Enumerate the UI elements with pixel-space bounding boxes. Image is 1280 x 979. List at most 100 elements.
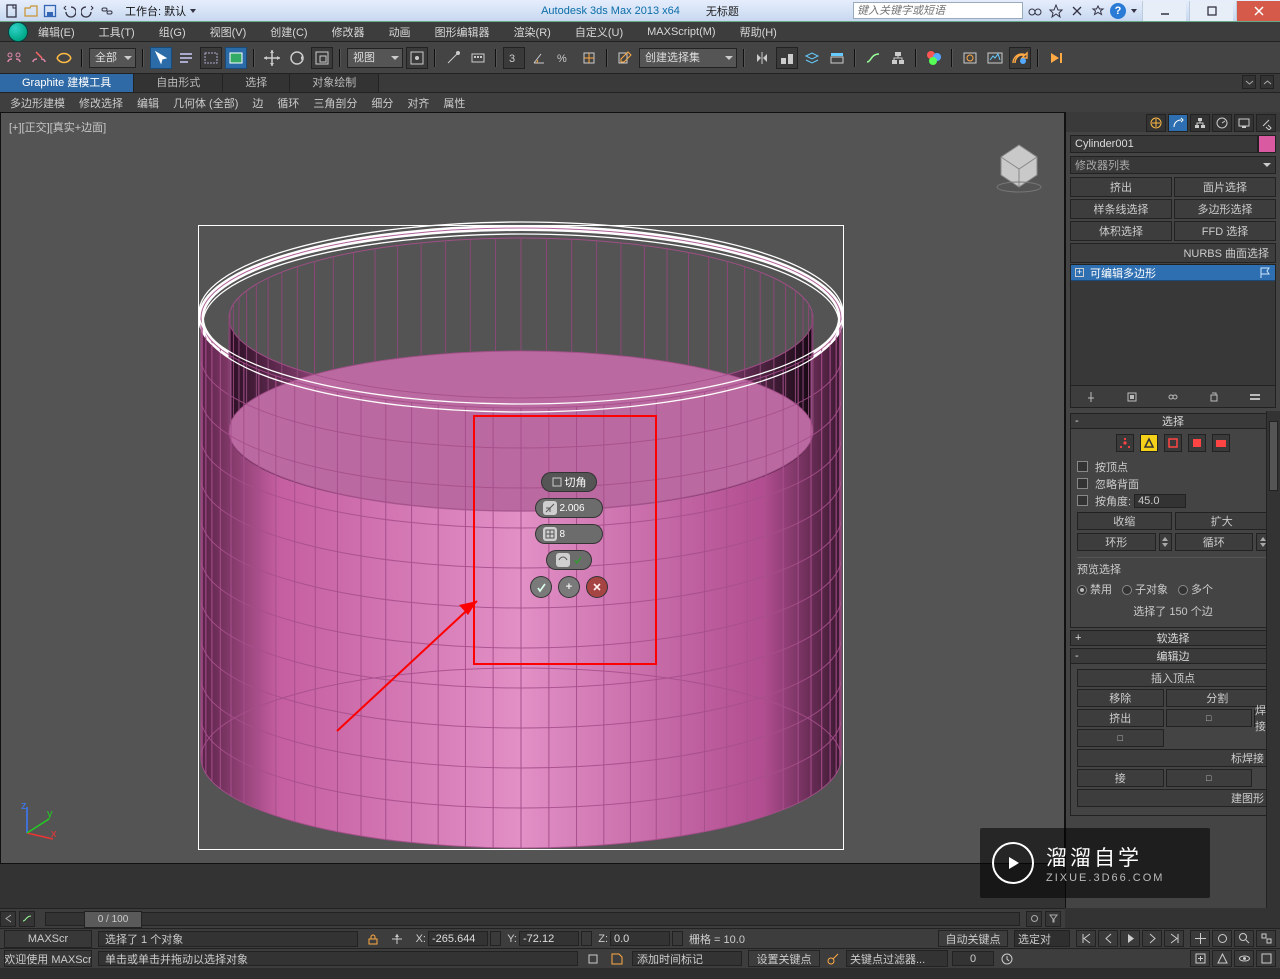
next-frame-icon[interactable]	[1142, 930, 1162, 947]
render-last-icon[interactable]	[1045, 47, 1067, 69]
key-filter-button[interactable]: 关键点过滤器...	[846, 950, 948, 967]
preview-multi-radio[interactable]	[1178, 585, 1188, 595]
vp-maximize-icon[interactable]	[1256, 950, 1276, 967]
weld-settings-button[interactable]: □	[1077, 729, 1164, 747]
cp-display-icon[interactable]	[1234, 114, 1254, 132]
rotate-icon[interactable]	[286, 47, 308, 69]
remove-button[interactable]: 移除	[1077, 689, 1164, 707]
connect-settings-button[interactable]: □	[1166, 769, 1253, 787]
selection-lock-icon[interactable]	[364, 930, 382, 948]
render-production-icon[interactable]	[1009, 47, 1031, 69]
shrink-button[interactable]: 收缩	[1077, 512, 1172, 530]
select-region-rect-icon[interactable]	[200, 47, 222, 69]
menu-grapheditors[interactable]: 图形编辑器	[435, 24, 490, 40]
isolate-toggle-icon[interactable]	[584, 950, 602, 968]
menu-create[interactable]: 创建(C)	[270, 24, 307, 40]
material-editor-icon[interactable]	[923, 47, 945, 69]
ring-spinner[interactable]	[1159, 533, 1172, 551]
modifier-list-combo[interactable]: 修改器列表	[1070, 156, 1276, 174]
abs-rel-icon[interactable]	[388, 930, 406, 948]
modifier-stack[interactable]: + 可编辑多边形	[1070, 264, 1276, 386]
vp-rotate-icon[interactable]	[1212, 930, 1232, 947]
z-spinner[interactable]	[672, 931, 683, 946]
vp-zoom-icon[interactable]	[1234, 930, 1254, 947]
unlink-icon[interactable]	[28, 47, 50, 69]
ribbon-expand-icon[interactable]	[1260, 75, 1274, 89]
subobj-edge-icon[interactable]	[1140, 434, 1158, 452]
use-pivot-center-icon[interactable]	[406, 47, 428, 69]
select-by-name-icon[interactable]	[175, 47, 197, 69]
ribbon-tab-freeform[interactable]: 自由形式	[134, 74, 223, 92]
cp-create-icon[interactable]	[1146, 114, 1166, 132]
named-selset-combo[interactable]: 创建选择集	[639, 48, 737, 68]
btn-polysel[interactable]: 多边形选择	[1174, 199, 1276, 219]
caddy-amount-input[interactable]	[560, 503, 596, 514]
current-frame[interactable]: 0	[952, 951, 994, 966]
ribbon-sub-geom[interactable]: 几何体 (全部)	[173, 95, 238, 111]
time-slider-thumb[interactable]: 0 / 100	[84, 911, 142, 928]
extrude-button[interactable]: 挤出	[1077, 709, 1164, 727]
autokey-button[interactable]: 自动关键点	[938, 930, 1008, 947]
render-setup-icon[interactable]	[959, 47, 981, 69]
curve-editor-icon[interactable]	[862, 47, 884, 69]
subobj-vertex-icon[interactable]	[1116, 434, 1134, 452]
menu-edit[interactable]: 编辑(E)	[38, 24, 75, 40]
maximize-button[interactable]	[1189, 1, 1233, 21]
menu-rendering[interactable]: 渲染(R)	[514, 24, 551, 40]
menu-views[interactable]: 视图(V)	[210, 24, 247, 40]
menu-modifiers[interactable]: 修改器	[332, 24, 365, 40]
scale-icon[interactable]	[311, 47, 333, 69]
prev-frame-icon[interactable]	[1098, 930, 1118, 947]
track-prev-icon[interactable]	[0, 911, 16, 927]
track-filter-icon[interactable]	[1045, 911, 1061, 927]
menu-help[interactable]: 帮助(H)	[740, 24, 777, 40]
track-key-icon[interactable]	[1026, 911, 1042, 927]
add-time-tag[interactable]: 添加时间标记	[632, 951, 742, 966]
make-unique-icon[interactable]	[1163, 389, 1183, 405]
btn-splinesel[interactable]: 样条线选择	[1070, 199, 1172, 219]
ribbon-sub-align[interactable]: 对齐	[407, 95, 429, 111]
byvertex-checkbox[interactable]	[1077, 461, 1088, 472]
ribbon-tab-graphite[interactable]: Graphite 建模工具	[0, 74, 134, 92]
byangle-checkbox[interactable]	[1077, 495, 1088, 506]
spinner-snap-icon[interactable]	[578, 47, 600, 69]
cp-modify-icon[interactable]	[1168, 114, 1188, 132]
rollout-selection-header[interactable]: -选择	[1070, 413, 1276, 429]
vp-pan-icon[interactable]	[1190, 930, 1210, 947]
rendered-frame-icon[interactable]	[984, 47, 1006, 69]
y-spinner[interactable]	[581, 931, 592, 946]
new-icon[interactable]	[4, 3, 20, 19]
object-color-swatch[interactable]	[1258, 135, 1276, 153]
close-button[interactable]	[1236, 1, 1280, 21]
vp-zoomext-icon[interactable]	[1190, 950, 1210, 967]
loop-button[interactable]: 循环	[1175, 533, 1254, 551]
move-icon[interactable]	[261, 47, 283, 69]
connect-button[interactable]: 接	[1077, 769, 1164, 787]
menu-group[interactable]: 组(G)	[159, 24, 186, 40]
vp-orbit-icon[interactable]	[1234, 950, 1254, 967]
x-spinner[interactable]	[490, 931, 501, 946]
ribbon-tab-paint[interactable]: 对象绘制	[290, 74, 379, 92]
pin-stack-icon[interactable]	[1081, 389, 1101, 405]
ribbon-sub-subdiv[interactable]: 细分	[371, 95, 393, 111]
remove-mod-icon[interactable]	[1204, 389, 1224, 405]
ribbon-sub-modsel[interactable]: 修改选择	[79, 95, 123, 111]
link-icon[interactable]	[99, 3, 115, 19]
btn-patchsel[interactable]: 面片选择	[1174, 177, 1276, 197]
maxscript-mini[interactable]: MAXScr	[4, 930, 92, 948]
workspace-switcher[interactable]: 工作台: 默认	[125, 3, 198, 19]
keyboard-shortcut-icon[interactable]	[467, 47, 489, 69]
menu-tools[interactable]: 工具(T)	[99, 24, 135, 40]
ribbon-sub-loop[interactable]: 循环	[277, 95, 299, 111]
select-object-icon[interactable]	[150, 47, 172, 69]
infocenter-search[interactable]	[853, 2, 1023, 19]
goto-end-icon[interactable]	[1164, 930, 1184, 947]
caddy-apply-button[interactable]: +	[559, 577, 579, 597]
favorite-icon[interactable]	[1089, 2, 1107, 20]
mirror-icon[interactable]	[751, 47, 773, 69]
extrude-settings-button[interactable]: □	[1166, 709, 1253, 727]
track-curve-icon[interactable]	[19, 911, 35, 927]
align-icon[interactable]	[776, 47, 798, 69]
manipulate-icon[interactable]	[442, 47, 464, 69]
timetag-icon[interactable]	[608, 950, 626, 968]
